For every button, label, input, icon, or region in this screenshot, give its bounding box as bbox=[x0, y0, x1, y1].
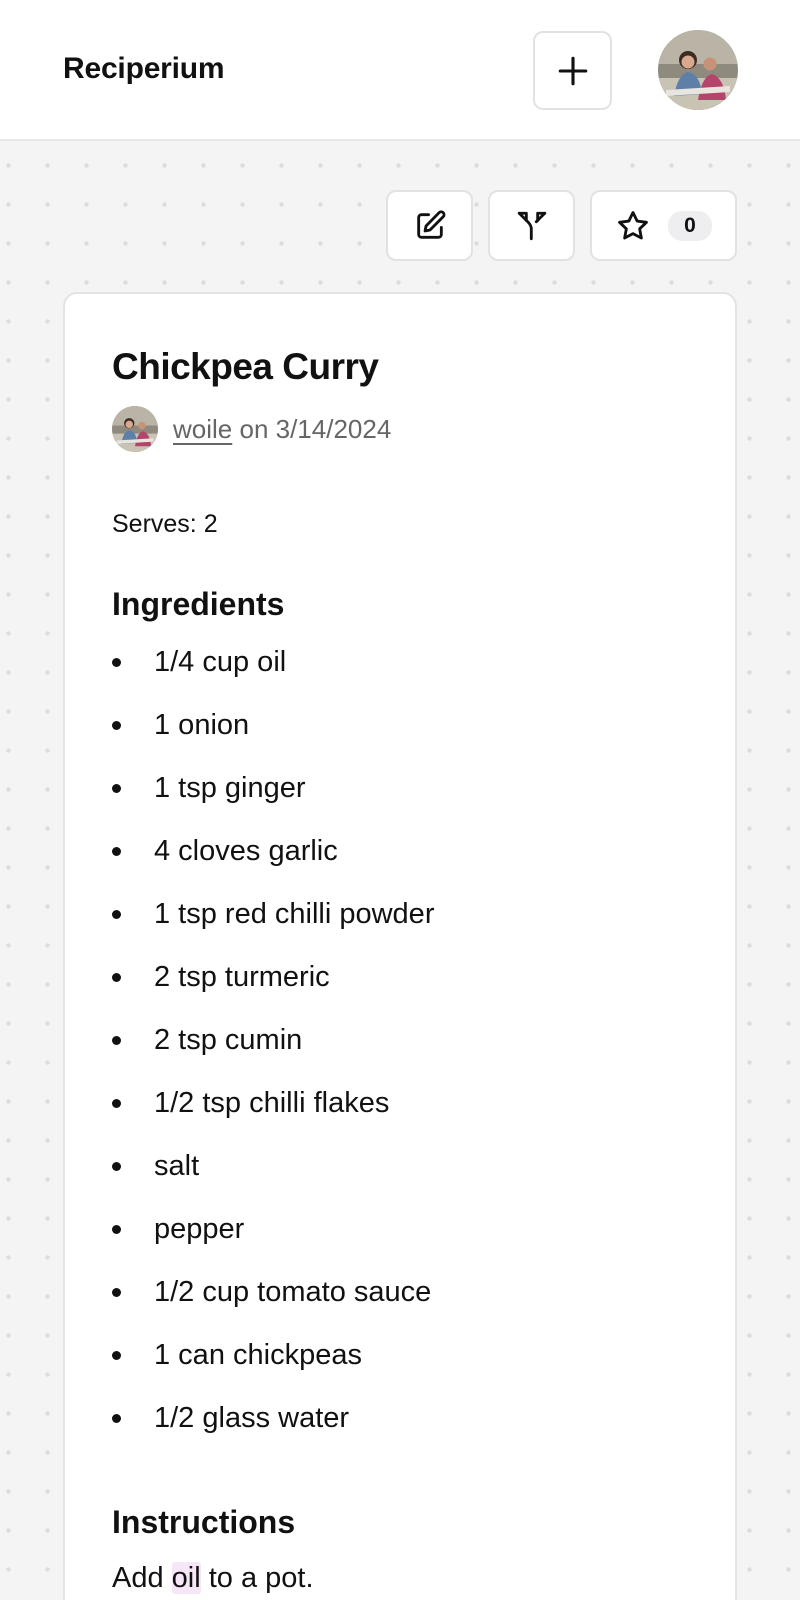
ingredient-item: 1 tsp red chilli powder bbox=[112, 883, 434, 946]
ingredient-item: 1/4 cup oil bbox=[112, 631, 434, 694]
app-logo-text[interactable]: Reciperium bbox=[63, 52, 225, 86]
ingredient-item: 4 cloves garlic bbox=[112, 820, 434, 883]
ingredient-item: 1 tsp ginger bbox=[112, 757, 434, 820]
author-link[interactable]: woile bbox=[173, 414, 232, 445]
plus-icon bbox=[558, 56, 587, 85]
bullet-icon bbox=[112, 1288, 121, 1297]
publish-date: on 3/14/2024 bbox=[239, 413, 392, 444]
avatar-photo-icon bbox=[658, 30, 738, 110]
author-avatar[interactable] bbox=[112, 406, 158, 452]
bullet-icon bbox=[112, 658, 121, 667]
bullet-icon bbox=[112, 1099, 121, 1108]
ingredients-heading: Ingredients bbox=[112, 586, 285, 622]
edit-recipe-button[interactable] bbox=[386, 190, 473, 261]
recipe-title: Chickpea Curry bbox=[112, 346, 379, 387]
instruction-step: Add oil to a pot. bbox=[112, 1562, 314, 1594]
serves-count: Serves: 2 bbox=[112, 510, 218, 538]
ingredient-item: 1/2 glass water bbox=[112, 1387, 434, 1450]
star-count-badge: 0 bbox=[668, 210, 712, 241]
bullet-icon bbox=[112, 847, 121, 856]
edit-icon bbox=[416, 209, 445, 239]
ingredient-item: 1/2 cup tomato sauce bbox=[112, 1261, 434, 1324]
bullet-icon bbox=[112, 1162, 121, 1171]
author-photo-icon bbox=[112, 406, 158, 452]
ingredient-item: 1 can chickpeas bbox=[112, 1324, 434, 1387]
bullet-icon bbox=[112, 910, 121, 919]
bullet-icon bbox=[112, 973, 121, 982]
top-bar: Reciperium bbox=[0, 0, 800, 141]
bullet-icon bbox=[112, 784, 121, 793]
bullet-icon bbox=[112, 1036, 121, 1045]
bullet-icon bbox=[112, 1225, 121, 1234]
highlighted-ingredient: oil bbox=[171, 1562, 201, 1594]
fork-icon bbox=[517, 211, 546, 240]
ingredient-item: 2 tsp turmeric bbox=[112, 946, 434, 1009]
fork-recipe-button[interactable] bbox=[488, 190, 575, 261]
ingredient-item: 2 tsp cumin bbox=[112, 1009, 434, 1072]
bullet-icon bbox=[112, 721, 121, 730]
bullet-icon bbox=[112, 1351, 121, 1360]
ingredient-item: 1 onion bbox=[112, 694, 434, 757]
ingredient-item: salt bbox=[112, 1135, 434, 1198]
add-recipe-button[interactable] bbox=[533, 31, 612, 110]
star-icon bbox=[618, 210, 648, 239]
recipe-byline: woile on 3/14/2024 bbox=[112, 406, 391, 452]
instructions-heading: Instructions bbox=[112, 1504, 296, 1540]
ingredients-list: 1/4 cup oil 1 onion 1 tsp ginger 4 clove… bbox=[112, 631, 434, 1450]
ingredient-item: pepper bbox=[112, 1198, 434, 1261]
ingredient-item: 1/2 tsp chilli flakes bbox=[112, 1072, 434, 1135]
recipe-card: Chickpea Curry woile on 3/14/2024 Serves… bbox=[63, 292, 737, 1600]
star-recipe-button[interactable]: 0 bbox=[590, 190, 737, 261]
user-avatar[interactable] bbox=[658, 30, 738, 110]
bullet-icon bbox=[112, 1414, 121, 1423]
